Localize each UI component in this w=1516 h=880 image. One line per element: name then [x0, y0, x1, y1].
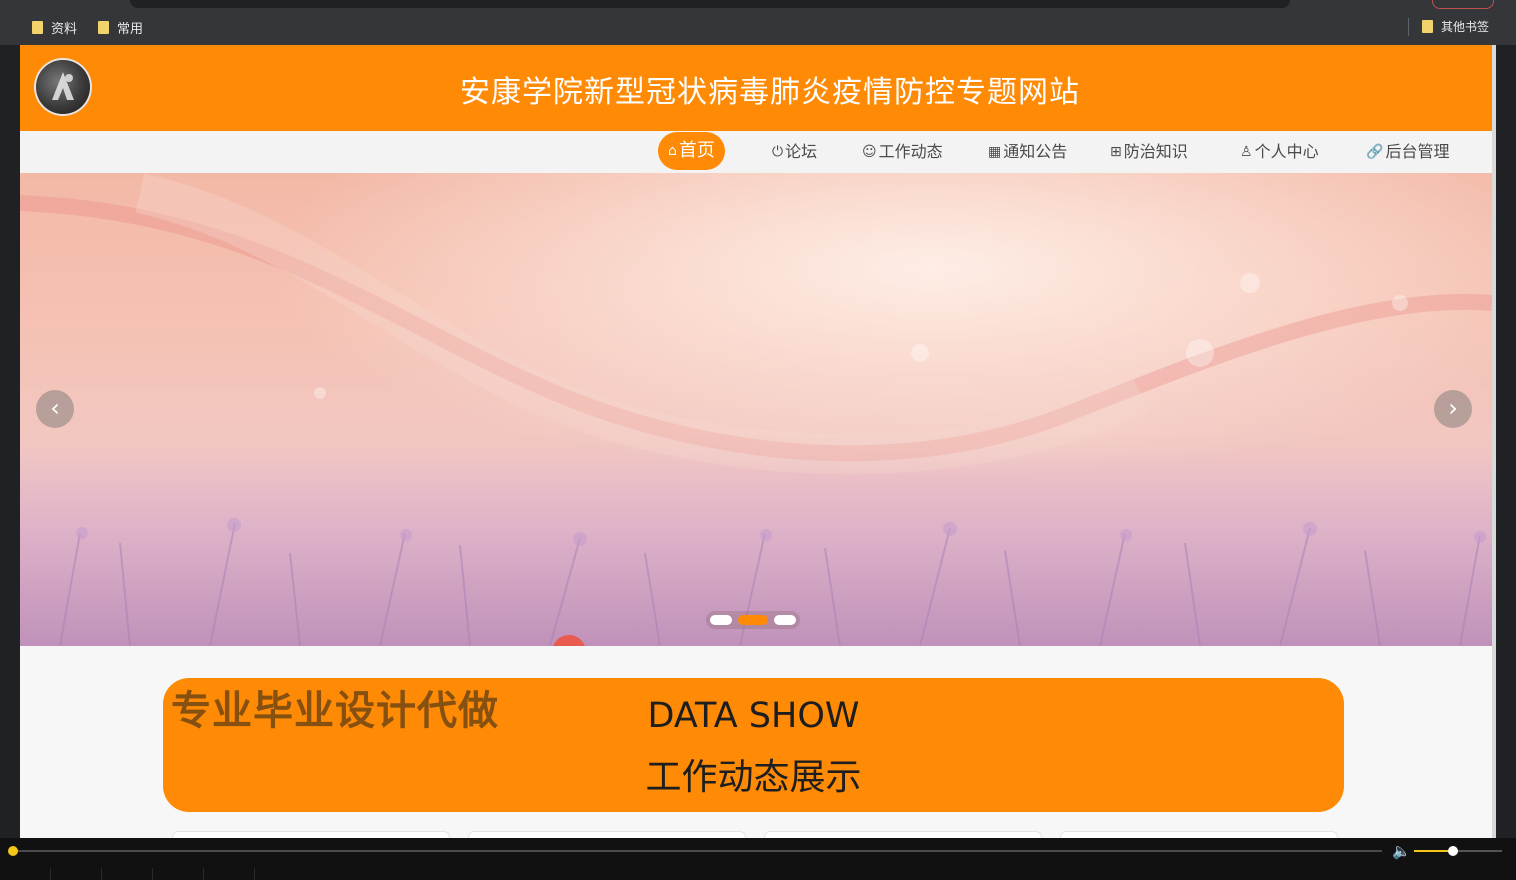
link-icon: 🔗	[1366, 144, 1384, 160]
nav-admin[interactable]: 🔗 后台管理	[1366, 131, 1449, 173]
site-header: 安康学院新型冠状病毒肺炎疫情防控专题网站	[20, 45, 1492, 131]
carousel-prev-button[interactable]: ‹	[36, 390, 74, 428]
nav-label: 工作动态	[878, 142, 943, 161]
home-icon: ⌂	[668, 143, 677, 159]
hero-carousel[interactable]: ‹ ›	[20, 173, 1492, 646]
carousel-dot-2[interactable]	[738, 615, 768, 625]
chevron-right-icon: ›	[1448, 394, 1458, 422]
nav-work-news[interactable]: ☺ 工作动态	[862, 131, 943, 173]
carousel-indicators	[706, 611, 800, 629]
bookmark-divider	[1408, 18, 1409, 36]
playback-progress-track[interactable]	[12, 850, 1382, 852]
bookmark-folder-other[interactable]: 其他书签	[1422, 18, 1489, 35]
web-page: 安康学院新型冠状病毒肺炎疫情防控专题网站 ⌂ 首页 ⏻ 论坛 ☺ 工作动态 ▦ …	[20, 45, 1492, 838]
news-card[interactable]	[1060, 831, 1338, 838]
bookmark-folder-changyong[interactable]: 常用	[98, 18, 143, 37]
news-card[interactable]	[172, 831, 450, 838]
site-title: 安康学院新型冠状病毒肺炎疫情防控专题网站	[460, 75, 1080, 110]
main-nav: ⌂ 首页 ⏻ 论坛 ☺ 工作动态 ▦ 通知公告 ⊞ 防治知识 ♙ 个人中心 🔗 …	[20, 131, 1492, 174]
chevron-left-icon: ‹	[50, 394, 60, 422]
section-title-en: DATA SHOW	[647, 696, 860, 736]
nav-profile[interactable]: ♙ 个人中心	[1240, 131, 1319, 173]
playback-progress-knob[interactable]	[8, 846, 18, 856]
nav-prevention[interactable]: ⊞ 防治知识	[1110, 131, 1188, 173]
carousel-dot-3[interactable]	[774, 615, 796, 625]
nav-forum[interactable]: ⏻ 论坛	[772, 131, 817, 173]
window-control[interactable]	[1432, 0, 1494, 9]
bookmark-label: 常用	[117, 22, 144, 37]
taskbar-slot[interactable]	[204, 868, 255, 880]
nav-home[interactable]: ⌂ 首页	[658, 132, 725, 170]
taskbar-slot[interactable]	[102, 868, 153, 880]
carousel-next-button[interactable]: ›	[1434, 390, 1472, 428]
bookmark-label: 其他书签	[1441, 20, 1490, 34]
video-player-bar: 🔈	[0, 838, 1516, 880]
nav-label: 防治知识	[1123, 142, 1188, 161]
section-header-box: 专业毕业设计代做 DATA SHOW 工作动态展示	[163, 678, 1344, 812]
address-bar[interactable]	[130, 0, 1290, 8]
folder-icon	[98, 21, 109, 34]
bookmark-folder-ziliao[interactable]: 资料	[32, 18, 77, 37]
banner-image	[20, 173, 1492, 646]
user-icon: ♙	[1240, 144, 1253, 160]
bookmarks-bar: 资料 常用 其他书签	[0, 0, 1516, 45]
section-title-zh: 工作动态展示	[645, 757, 862, 798]
nav-label: 后台管理	[1385, 142, 1450, 161]
folder-icon	[1422, 20, 1433, 33]
calendar-icon: ▦	[988, 144, 1002, 160]
folder-icon	[32, 21, 43, 34]
nav-label: 个人中心	[1254, 142, 1319, 161]
nav-notices[interactable]: ▦ 通知公告	[988, 131, 1067, 173]
taskbar-slot[interactable]	[0, 868, 51, 880]
palette-icon: ☺	[862, 144, 877, 160]
nav-label: 通知公告	[1003, 142, 1068, 161]
grid-icon: ⊞	[1110, 144, 1122, 160]
carousel-dot-1[interactable]	[710, 615, 732, 625]
bookmark-label: 资料	[51, 22, 78, 37]
news-card[interactable]	[764, 831, 1042, 838]
volume-knob[interactable]	[1448, 846, 1458, 856]
volume-icon[interactable]: 🔈	[1392, 842, 1411, 860]
taskbar-slot[interactable]	[51, 868, 102, 880]
nav-label: 论坛	[785, 142, 818, 161]
power-icon: ⏻	[772, 144, 784, 160]
taskbar-slot[interactable]	[153, 868, 204, 880]
news-card[interactable]	[468, 831, 746, 838]
page-scrollbar[interactable]	[1492, 45, 1496, 838]
nav-label: 首页	[678, 140, 715, 161]
